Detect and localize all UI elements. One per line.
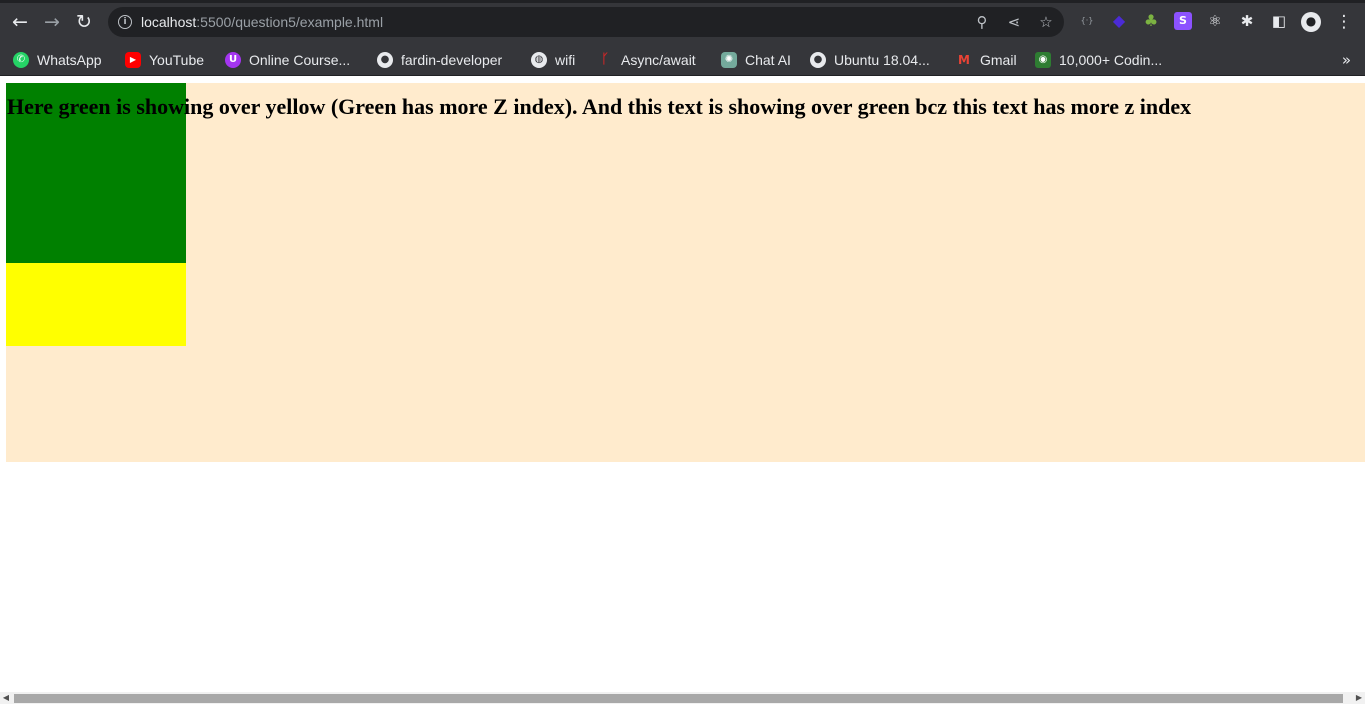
scrollbar-thumb[interactable] <box>14 694 1343 703</box>
youtube-icon: ▶ <box>125 52 141 68</box>
forward-button[interactable]: → <box>40 10 64 34</box>
share-icon[interactable]: ⋖ <box>1002 10 1026 34</box>
bookmark-label: 10,000+ Codin... <box>1059 52 1163 68</box>
bookmark-whatsapp[interactable]: ✆ WhatsApp <box>13 48 102 72</box>
bookmark-label: WhatsApp <box>37 52 102 68</box>
browser-menu-icon[interactable]: ⋮ <box>1332 10 1356 34</box>
bookmark-label: Async/await <box>621 52 696 68</box>
back-button[interactable]: ← <box>8 10 32 34</box>
bookmark-async-await[interactable]: ᚴ Async/await <box>597 48 696 72</box>
horizontal-scrollbar[interactable]: ◀ ▶ <box>0 692 1365 704</box>
extension-tree-icon[interactable]: ♣ <box>1142 12 1160 30</box>
content-container: Here green is showing over yellow (Green… <box>6 83 1365 462</box>
extension-react-icon[interactable]: ⚛ <box>1206 12 1224 30</box>
async-icon: ᚴ <box>601 52 609 67</box>
bookmark-label: Online Course... <box>249 52 351 68</box>
bookmark-label: YouTube <box>149 52 205 68</box>
url-host: localhost <box>141 14 197 30</box>
bookmark-label: fardin-developer <box>401 52 503 68</box>
profile-avatar-icon[interactable]: ● <box>1301 12 1321 32</box>
extension-s-icon[interactable]: S <box>1174 12 1192 30</box>
site-info-icon[interactable]: i <box>118 15 132 29</box>
scroll-left-icon[interactable]: ◀ <box>0 692 12 704</box>
reload-button[interactable]: ↻ <box>72 10 96 34</box>
bookmark-label: Ubuntu 18.04... <box>834 52 930 68</box>
globe-icon: ◍ <box>531 52 547 68</box>
bookmarks-overflow-icon[interactable]: » <box>1342 48 1351 72</box>
bookmark-online-course[interactable]: U Online Course... <box>225 48 350 72</box>
whatsapp-icon: ✆ <box>13 52 29 68</box>
github-icon: ● <box>810 52 826 68</box>
bookmark-youtube[interactable]: ▶ YouTube <box>125 48 204 72</box>
bookmark-star-icon[interactable]: ☆ <box>1034 10 1058 34</box>
browser-toolbar: ← → ↻ i localhost:5500/question5/example… <box>0 0 1365 44</box>
bookmark-coding[interactable]: ◉ 10,000+ Codin... <box>1035 48 1162 72</box>
coding-icon: ◉ <box>1035 52 1051 68</box>
bookmark-ubuntu[interactable]: ● Ubuntu 18.04... <box>810 48 930 72</box>
bookmark-label: Gmail <box>980 52 1017 68</box>
github-icon: ● <box>377 52 393 68</box>
page-viewport: Here green is showing over yellow (Green… <box>0 76 1365 692</box>
bookmark-label: wifi <box>555 52 576 68</box>
bookmarks-bar: ✆ WhatsApp ▶ YouTube U Online Course... … <box>0 44 1365 76</box>
address-url[interactable]: localhost:5500/question5/example.html <box>141 13 383 31</box>
course-icon: U <box>225 52 241 68</box>
extensions-puzzle-icon[interactable]: ✱ <box>1238 12 1256 30</box>
url-path: :5500/question5/example.html <box>196 14 384 30</box>
page-headline: Here green is showing over yellow (Green… <box>7 94 1192 119</box>
bookmark-chat-ai[interactable]: ✺ Chat AI <box>721 48 791 72</box>
bookmark-gmail[interactable]: M Gmail <box>956 48 1017 72</box>
bookmark-wifi[interactable]: ◍ wifi <box>531 48 575 72</box>
extension-braces-icon[interactable]: {·} <box>1078 12 1096 30</box>
side-panel-icon[interactable]: ◧ <box>1270 12 1288 30</box>
gmail-icon: M <box>958 53 970 67</box>
address-bar[interactable]: i localhost:5500/question5/example.html … <box>108 7 1064 37</box>
zoom-icon[interactable]: ⚲ <box>970 10 994 34</box>
chatgpt-icon: ✺ <box>721 52 737 68</box>
scroll-right-icon[interactable]: ▶ <box>1353 692 1365 704</box>
extension-cube-icon[interactable]: ◆ <box>1110 12 1128 30</box>
bookmark-fardin-developer[interactable]: ● fardin-developer <box>377 48 502 72</box>
bookmark-label: Chat AI <box>745 52 791 68</box>
